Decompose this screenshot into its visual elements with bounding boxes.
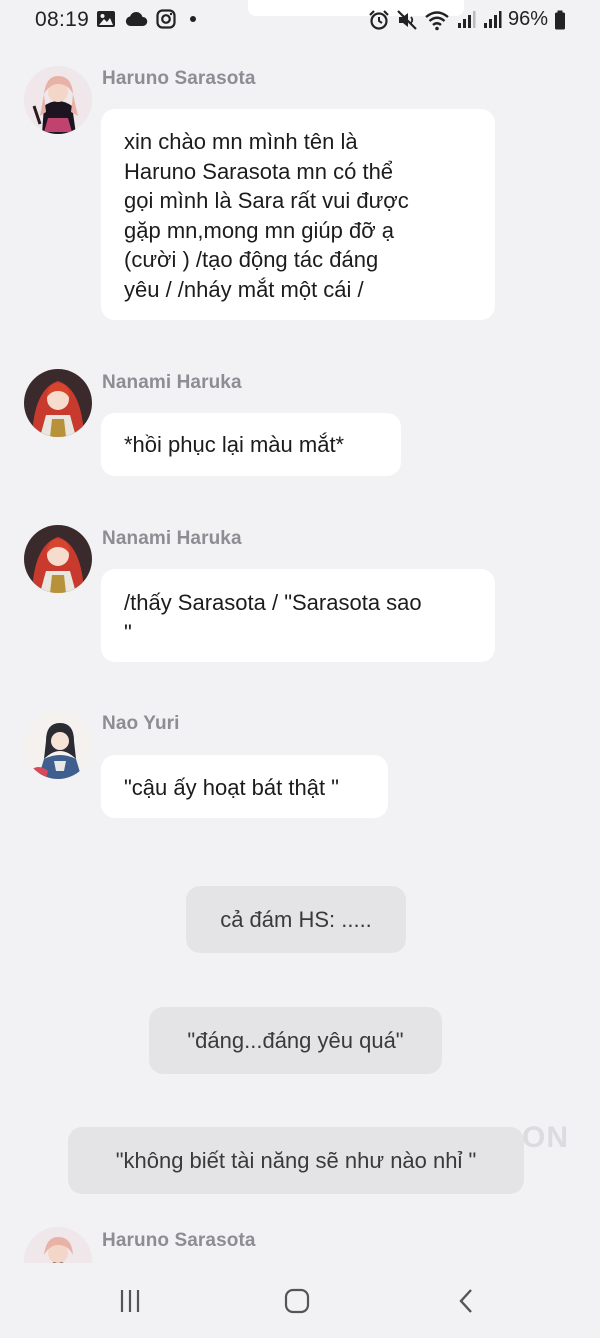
message-bubble[interactable]: xin chào mn mình tên là Haruno Sarasota … xyxy=(101,109,495,320)
wifi-icon xyxy=(425,10,449,30)
cloud-icon xyxy=(125,12,148,26)
watermark: ON xyxy=(522,1121,569,1154)
sender-name: Nanami Haruka xyxy=(102,372,242,393)
narration-bubble[interactable]: "đáng...đáng yêu quá" xyxy=(149,1007,442,1074)
back-button[interactable] xyxy=(446,1285,486,1317)
sender-name: Nanami Haruka xyxy=(102,528,242,549)
message-bubble[interactable]: "cậu ấy hoạt bát thật " xyxy=(101,755,388,818)
avatar[interactable] xyxy=(24,66,92,134)
signal-icon xyxy=(483,10,502,28)
mute-icon xyxy=(397,9,417,30)
dot-icon xyxy=(190,16,196,22)
recent-apps-icon xyxy=(120,1290,140,1312)
gallery-icon xyxy=(97,11,115,27)
home-button[interactable] xyxy=(277,1285,317,1317)
battery-icon xyxy=(555,10,565,29)
avatar[interactable] xyxy=(24,525,92,593)
sender-name: Haruno Sarasota xyxy=(102,1230,256,1251)
recent-apps-button[interactable] xyxy=(110,1285,150,1317)
instagram-icon xyxy=(156,9,176,29)
status-bar: 08:19 96% xyxy=(0,0,600,40)
sender-name: Nao Yuri xyxy=(102,713,180,734)
battery-percent: 96% xyxy=(507,8,548,30)
alarm-icon xyxy=(369,9,389,30)
avatar[interactable] xyxy=(24,369,92,437)
back-icon xyxy=(459,1289,472,1313)
navigation-bar xyxy=(0,1263,600,1338)
message-bubble[interactable]: /thấy Sarasota / "Sarasota sao " xyxy=(101,569,495,662)
narration-bubble[interactable]: "không biết tài năng sẽ như nào nhỉ " xyxy=(68,1127,524,1194)
signal-icon xyxy=(457,10,476,28)
home-icon xyxy=(284,1288,310,1314)
narration-bubble[interactable]: cả đám HS: ..... xyxy=(186,886,406,953)
message-bubble[interactable]: *hồi phục lại màu mắt* xyxy=(101,413,401,476)
avatar[interactable] xyxy=(24,711,92,779)
sender-name: Haruno Sarasota xyxy=(102,68,256,89)
status-time: 08:19 xyxy=(35,8,90,31)
chat-screen: 08:19 96% Haruno Sarasota xin chào mn mì… xyxy=(0,0,600,1338)
